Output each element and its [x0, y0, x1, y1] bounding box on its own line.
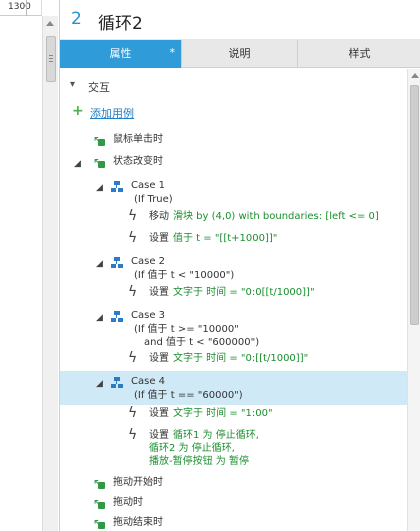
- tab-style[interactable]: 样式: [298, 40, 420, 68]
- collapse-triangle-icon[interactable]: ◢: [74, 157, 81, 171]
- case-1-action-2[interactable]: ϟ 设置 值于 t = "[[t+1000]]": [60, 230, 407, 248]
- action-detail: 文字于 时间 = "0:0[[t/1000]]": [173, 287, 315, 298]
- inspector-title-bar: 2 循环2: [60, 0, 420, 40]
- case-icon: [110, 180, 124, 194]
- action-detail: 文字于 时间 = "1:00": [173, 408, 273, 419]
- case-2[interactable]: ◢ Case 2 (If 值于 t < "10000"): [60, 253, 407, 285]
- action-verb: 移动: [149, 211, 169, 222]
- event-state-change[interactable]: ◢ ↖ 状态改变时: [60, 153, 407, 171]
- cursor-event-icon: ↖: [93, 516, 107, 530]
- lightning-bolt-icon: ϟ: [128, 284, 138, 300]
- action-verb: 设置: [149, 233, 169, 244]
- collapse-triangle-icon[interactable]: ◢: [96, 311, 103, 325]
- case-1-action-1[interactable]: ϟ 移动 滑块 by (4,0) with boundaries: [left …: [60, 208, 407, 226]
- event-drag-start-label: 拖动开始时: [113, 477, 163, 488]
- action-verb: 设置: [149, 353, 169, 364]
- case-1[interactable]: ◢ Case 1 (If True): [60, 177, 407, 209]
- collapse-triangle-icon[interactable]: ◢: [96, 257, 103, 271]
- event-click[interactable]: ↖ 鼠标单击时: [60, 131, 407, 149]
- tab-properties[interactable]: 属性 *: [60, 40, 182, 68]
- inspector-panel: 2 循环2 属性 * 说明 样式 ▾ 交互 + 添加用例 ↖ 鼠标单击时: [59, 0, 420, 531]
- widget-number: 2: [71, 9, 82, 29]
- case-2-condition: (If 值于 t < "10000"): [134, 270, 235, 281]
- case-3-condition: (If 值于 t >= "10000": [134, 324, 239, 335]
- tab-properties-label: 属性: [109, 47, 132, 60]
- interactions-content: ▾ 交互 + 添加用例 ↖ 鼠标单击时 ◢ ↖ 状态改变时 ◢ Case 1 (…: [60, 69, 407, 531]
- scroll-up-arrow-icon[interactable]: [46, 21, 54, 26]
- action-detail: 循环1 为 停止循环,: [173, 430, 259, 441]
- event-drag[interactable]: ↖ 拖动时: [60, 494, 407, 512]
- widget-name[interactable]: 循环2: [98, 9, 143, 34]
- case-2-action-1[interactable]: ϟ 设置 文字于 时间 = "0:0[[t/1000]]": [60, 284, 407, 302]
- lightning-bolt-icon: ϟ: [128, 208, 138, 224]
- section-interactions-label: 交互: [88, 81, 110, 94]
- event-drag-label: 拖动时: [113, 497, 143, 508]
- case-1-name: Case 1: [131, 180, 166, 191]
- case-4-name: Case 4: [131, 376, 166, 387]
- case-4-action-1[interactable]: ϟ 设置 文字于 时间 = "1:00": [60, 405, 407, 423]
- case-1-condition: (If True): [134, 194, 173, 205]
- ruler-tick: [26, 0, 27, 16]
- case-4-condition: (If 值于 t == "60000"): [134, 390, 243, 401]
- event-click-label: 鼠标单击时: [113, 134, 163, 145]
- cursor-event-icon: ↖: [93, 496, 107, 510]
- ruler-value: 1300: [8, 2, 31, 12]
- case-4[interactable]: ◢ Case 4 (If 值于 t == "60000"): [60, 373, 407, 405]
- lightning-bolt-icon: ϟ: [128, 350, 138, 366]
- inspector-tabs: 属性 * 说明 样式: [60, 40, 420, 68]
- case-3[interactable]: ◢ Case 3 (If 值于 t >= "10000" and 值于 t < …: [60, 307, 407, 353]
- cursor-event-icon: ↖: [93, 133, 107, 147]
- chevron-down-icon[interactable]: ▾: [70, 79, 75, 90]
- modified-marker: *: [169, 46, 176, 59]
- plus-icon: +: [72, 103, 84, 119]
- section-interactions[interactable]: ▾ 交互: [60, 77, 407, 95]
- tab-notes-label: 说明: [228, 47, 251, 60]
- action-detail: 值于 t = "[[t+1000]]": [173, 233, 278, 244]
- cursor-event-icon: ↖: [93, 155, 107, 169]
- event-drag-end[interactable]: ↖ 拖动结束时: [60, 514, 407, 531]
- tab-style-label: 样式: [348, 47, 371, 60]
- inspector-vertical-scrollbar[interactable]: [407, 69, 420, 531]
- case-3-name: Case 3: [131, 310, 166, 321]
- canvas-vertical-scrollbar[interactable]: [42, 16, 58, 531]
- action-verb: 设置: [149, 430, 169, 441]
- case-icon: [110, 256, 124, 270]
- action-detail-line-2: 循环2 为 停止循环,: [149, 443, 235, 454]
- lightning-bolt-icon: ϟ: [128, 230, 138, 246]
- action-detail: 文字于 时间 = "0:[[t/1000]]": [173, 353, 309, 364]
- event-drag-start[interactable]: ↖ 拖动开始时: [60, 474, 407, 492]
- event-drag-end-label: 拖动结束时: [113, 517, 163, 528]
- action-verb: 设置: [149, 408, 169, 419]
- action-detail: 滑块 by (4,0) with boundaries: [left <= 0]: [173, 211, 379, 222]
- scroll-up-arrow-icon[interactable]: [411, 73, 419, 78]
- action-detail-line-3: 播放-暂停按钮 为 暂停: [149, 456, 249, 467]
- cursor-event-icon: ↖: [93, 476, 107, 490]
- canvas-scrollbar-thumb[interactable]: [46, 36, 56, 82]
- lightning-bolt-icon: ϟ: [128, 427, 138, 443]
- lightning-bolt-icon: ϟ: [128, 405, 138, 421]
- case-3-action-1[interactable]: ϟ 设置 文字于 时间 = "0:[[t/1000]]": [60, 350, 407, 368]
- case-2-name: Case 2: [131, 256, 166, 267]
- case-icon: [110, 376, 124, 390]
- case-icon: [110, 310, 124, 324]
- inspector-scrollbar-thumb[interactable]: [410, 85, 419, 325]
- action-verb: 设置: [149, 287, 169, 298]
- add-case-label[interactable]: 添加用例: [90, 105, 134, 121]
- tab-notes[interactable]: 说明: [182, 40, 298, 68]
- case-4-action-2[interactable]: ϟ 设置 循环1 为 停止循环, 循环2 为 停止循环, 播放-暂停按钮 为 暂…: [60, 427, 407, 473]
- case-3-condition-2: and 值于 t < "600000"): [144, 337, 260, 348]
- collapse-triangle-icon[interactable]: ◢: [96, 181, 103, 195]
- horizontal-ruler: 1300: [0, 0, 42, 16]
- event-state-change-label: 状态改变时: [113, 156, 163, 167]
- collapse-triangle-icon[interactable]: ◢: [96, 377, 103, 391]
